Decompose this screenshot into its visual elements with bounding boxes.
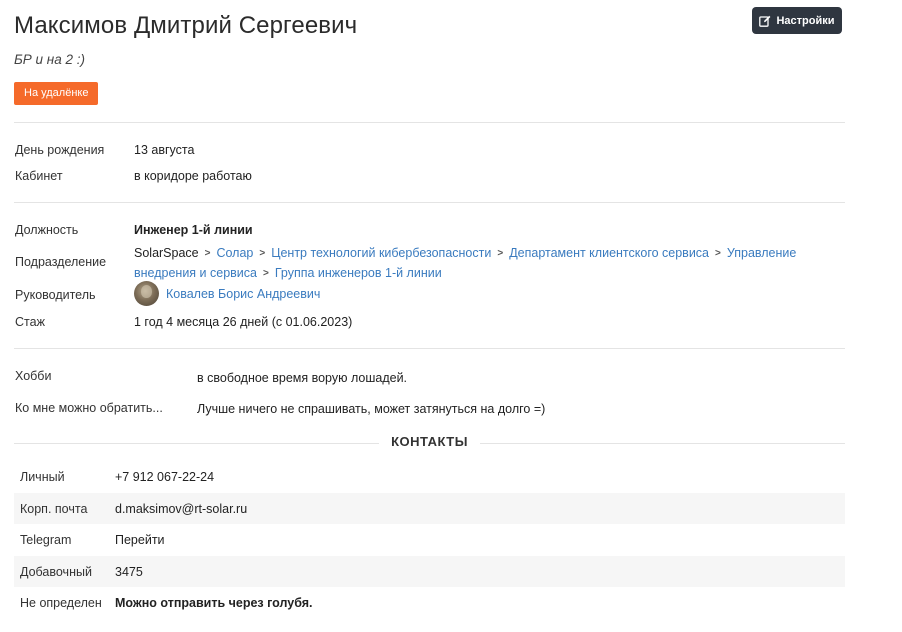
manager-avatar[interactable] bbox=[134, 281, 159, 306]
department-breadcrumb: SolarSpace > Солар > Центр технологий киберб… bbox=[134, 244, 839, 284]
chevron-right-icon: > bbox=[204, 248, 211, 259]
department-link[interactable]: Группа инженеров 1-й линии bbox=[275, 266, 442, 280]
settings-button[interactable]: Настройки bbox=[752, 7, 842, 34]
contact-label: Корп. почта bbox=[20, 501, 88, 516]
position-label: Должность bbox=[15, 223, 79, 237]
settings-button-label: Настройки bbox=[776, 14, 835, 27]
department-link[interactable]: Центр технологий кибербезопасности bbox=[271, 246, 491, 260]
contact-label: Добавочный bbox=[20, 564, 92, 579]
email-link[interactable]: d.maksimov@rt-solar.ru bbox=[115, 502, 247, 516]
contacts-section-title: КОНТАКТЫ bbox=[14, 434, 845, 452]
position-value: Инженер 1-й линии bbox=[134, 223, 253, 237]
telegram-link[interactable]: Перейти bbox=[115, 533, 165, 547]
chevron-right-icon: > bbox=[262, 268, 269, 279]
remote-badge: На удалёнке bbox=[14, 82, 99, 105]
manager-label: Руководитель bbox=[15, 288, 96, 302]
contacts-table: Личный +7 912 067-22-24 Корп. почта d.ma… bbox=[14, 461, 845, 619]
contact-when-value: Лучше ничего не спрашивать, может затяну… bbox=[197, 402, 546, 416]
contact-row-personal: Личный +7 912 067-22-24 bbox=[14, 461, 845, 493]
contacts-title: КОНТАКТЫ bbox=[379, 434, 480, 449]
department-link[interactable]: Департамент клиентского сервиса bbox=[509, 246, 709, 260]
chevron-right-icon: > bbox=[259, 248, 266, 259]
edit-icon bbox=[759, 15, 771, 27]
contact-value: +7 912 067-22-24 bbox=[115, 470, 215, 484]
contact-label: Telegram bbox=[20, 533, 72, 548]
chevron-right-icon: > bbox=[497, 248, 504, 259]
contact-value: Можно отправить через голубя. bbox=[115, 596, 313, 611]
divider bbox=[14, 122, 845, 123]
experience-label: Стаж bbox=[15, 315, 45, 329]
profile-name: Максимов Дмитрий Сергеевич bbox=[14, 12, 358, 39]
contact-row-telegram: Telegram Перейти bbox=[14, 524, 845, 556]
birthday-label: День рождения bbox=[15, 143, 105, 157]
department-label: Подразделение bbox=[15, 255, 107, 269]
divider bbox=[14, 202, 845, 203]
department-org: SolarSpace bbox=[134, 246, 199, 260]
chevron-right-icon: > bbox=[715, 248, 721, 259]
manager-link[interactable]: Ковалев Борис Андреевич bbox=[166, 287, 320, 301]
status-text: БР и на 2 :) bbox=[14, 52, 85, 67]
contact-label: Не определен bbox=[20, 596, 102, 611]
birthday-value: 13 августа bbox=[134, 143, 195, 157]
divider bbox=[14, 348, 845, 349]
hobby-value: в свободное время ворую лошадей. bbox=[197, 371, 408, 385]
department-link[interactable]: Солар bbox=[216, 246, 253, 260]
contact-when-label: Ко мне можно обратить... bbox=[15, 401, 163, 415]
office-value: в коридоре работаю bbox=[134, 169, 252, 183]
hobby-label: Хобби bbox=[15, 369, 52, 383]
contact-row-email: Корп. почта d.maksimov@rt-solar.ru bbox=[14, 492, 845, 525]
office-label: Кабинет bbox=[15, 169, 63, 183]
contact-value: 3475 bbox=[115, 564, 143, 579]
contact-row-extension: Добавочный 3475 bbox=[14, 555, 845, 588]
contact-row-other: Не определен Можно отправить через голуб… bbox=[14, 587, 845, 619]
experience-value: 1 год 4 месяца 26 дней (с 01.06.2023) bbox=[134, 315, 353, 329]
contact-label: Личный bbox=[20, 470, 65, 484]
